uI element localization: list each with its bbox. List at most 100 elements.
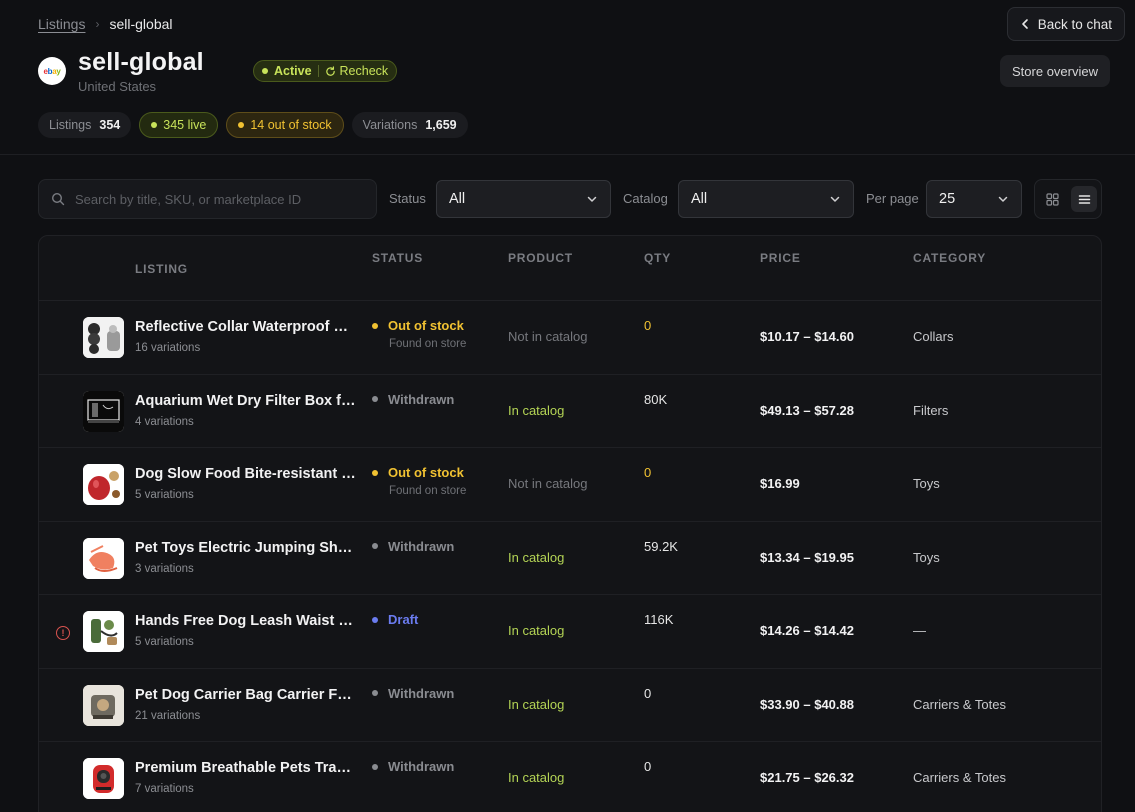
listing-title[interactable]: Dog Slow Food Bite-resistant Toy Ball	[135, 466, 357, 482]
status-dot-icon	[372, 469, 378, 476]
listing-status-note: Found on store	[389, 485, 467, 497]
listing-variations: 7 variations	[135, 783, 194, 795]
status-dot-icon	[372, 322, 378, 329]
per-page-label: Per page	[866, 191, 919, 206]
column-header-category[interactable]: CATEGORY	[913, 251, 986, 265]
list-view-button[interactable]	[1071, 186, 1097, 212]
grid-view-button[interactable]	[1039, 186, 1065, 212]
divider	[317, 65, 319, 77]
listing-thumbnail	[83, 684, 124, 726]
search-icon	[51, 192, 65, 206]
table-row[interactable]: Dog Slow Food Bite-resistant Toy Ball 5 v…	[39, 448, 1101, 522]
listing-qty: 59.2K	[644, 538, 678, 554]
store-name: sell-global	[78, 48, 204, 76]
listing-variations: 4 variations	[135, 415, 194, 428]
status-dot-icon	[262, 68, 268, 74]
listing-status: Draft	[372, 612, 418, 627]
table-row[interactable]: Pet Toys Electric Jumping Shrimp Fish 3 v…	[39, 522, 1101, 595]
breadcrumb-current: sell-global	[109, 16, 173, 32]
listings-table: LISTING STATUS PRODUCT QTY PRICE CATEGOR…	[38, 235, 1102, 812]
listing-product-status: In catalog	[508, 549, 565, 565]
listing-status: Withdrawn	[372, 686, 454, 701]
per-page-select[interactable]: 25	[926, 180, 1022, 218]
column-header-qty[interactable]: QTY	[644, 251, 671, 265]
variations-count-label: Variations	[362, 118, 418, 132]
status-label: Active	[274, 64, 312, 78]
live-count-chip[interactable]: 345 live	[139, 112, 219, 138]
listing-variations: 3 variations	[135, 562, 194, 575]
store-overview-button[interactable]: Store overview	[1000, 55, 1110, 87]
listing-title[interactable]: Pet Toys Electric Jumping Shrimp Fish	[135, 540, 357, 556]
listing-product-status: Not in catalog	[508, 476, 588, 491]
listing-title[interactable]: Aquarium Wet Dry Filter Box for Fish Tan…	[135, 393, 357, 409]
column-header-product[interactable]: PRODUCT	[508, 251, 573, 265]
search-input[interactable]	[75, 191, 365, 207]
column-header-status[interactable]: STATUS	[372, 251, 423, 265]
ebay-logo: ebay	[38, 57, 66, 85]
listing-price: $16.99	[760, 476, 800, 491]
column-header-listing[interactable]: LISTING	[135, 262, 188, 276]
table-row[interactable]: Reflective Collar Waterproof Harness 16 v…	[39, 301, 1101, 375]
listing-thumbnail	[83, 317, 124, 358]
live-dot-icon	[151, 122, 158, 128]
listing-status-label: Out of stock	[388, 465, 464, 480]
listing-thumbnail	[83, 758, 124, 799]
catalog-filter-value: All	[691, 191, 708, 207]
table-body: Reflective Collar Waterproof Harness 16 v…	[39, 301, 1101, 812]
table-row[interactable]: Premium Breathable Pets Travel Backpack 7…	[39, 742, 1101, 812]
chevron-down-icon	[587, 196, 597, 202]
listing-qty: 80K	[644, 391, 668, 407]
warning-icon[interactable]: !	[56, 626, 70, 640]
search-box[interactable]	[38, 179, 377, 219]
status-dot-icon	[372, 690, 378, 696]
listing-status-label: Withdrawn	[388, 685, 455, 701]
listing-status: Out of stock	[372, 318, 464, 333]
listing-category: Filters	[913, 402, 949, 418]
status-dot-icon	[372, 763, 378, 770]
out-of-stock-label: 14 out of stock	[250, 118, 332, 132]
status-filter-value: All	[449, 191, 466, 207]
listing-qty: 0	[644, 685, 652, 701]
recheck-button[interactable]: Recheck	[325, 64, 389, 78]
listing-category: Carriers & Totes	[913, 696, 1006, 712]
listing-title[interactable]: Reflective Collar Waterproof Harness	[135, 319, 357, 335]
table-row[interactable]: ! Hands Free Dog Leash Waist Belt 5 variat…	[39, 595, 1101, 669]
listing-variations: 21 variations	[135, 709, 201, 722]
listing-thumbnail	[83, 537, 124, 579]
catalog-filter-select[interactable]: All	[678, 180, 854, 218]
listing-price: $10.17 – $14.60	[760, 329, 854, 344]
store-country: United States	[78, 79, 157, 94]
listing-status: Withdrawn	[372, 759, 454, 774]
listing-product-status: In catalog	[508, 623, 565, 638]
listing-qty: 0	[644, 318, 652, 333]
listing-price: $33.90 – $40.88	[760, 696, 854, 712]
listing-title[interactable]: Hands Free Dog Leash Waist Belt	[135, 613, 357, 629]
column-header-price[interactable]: PRICE	[760, 251, 801, 265]
breadcrumb-listings-link[interactable]: Listings	[38, 16, 85, 32]
listing-qty: 0	[644, 465, 652, 480]
table-row[interactable]: Aquarium Wet Dry Filter Box for Fish Tan…	[39, 375, 1101, 448]
breadcrumb: Listings › sell-global	[38, 16, 173, 32]
refresh-icon	[325, 65, 335, 76]
recheck-label: Recheck	[339, 64, 389, 78]
table-row[interactable]: Pet Dog Carrier Bag Carrier For Dogs 21 v…	[39, 669, 1101, 742]
status-filter-select[interactable]: All	[436, 180, 611, 218]
stats-bar: Listings 354 345 live 14 out of stock Va…	[38, 112, 468, 138]
listing-category: Carriers & Totes	[913, 770, 1006, 785]
listing-variations: 5 variations	[135, 636, 194, 648]
listing-title[interactable]: Premium Breathable Pets Travel Backpack	[135, 760, 357, 776]
listings-count-label: Listings	[49, 118, 92, 132]
status-dot-icon	[372, 616, 378, 623]
chevron-down-icon	[998, 196, 1008, 202]
variations-count-chip: Variations 1,659	[351, 112, 468, 138]
variations-count-value: 1,659	[425, 118, 457, 132]
back-to-chat-button[interactable]: Back to chat	[1006, 7, 1125, 41]
out-of-stock-chip[interactable]: 14 out of stock	[226, 112, 344, 138]
status-filter-label: Status	[389, 191, 426, 206]
listing-title[interactable]: Pet Dog Carrier Bag Carrier For Dogs	[135, 687, 357, 703]
listing-price: $13.34 – $19.95	[760, 549, 854, 565]
status-dot-icon	[372, 396, 378, 402]
listing-category: Toys	[913, 476, 940, 491]
listing-status-note: Found on store	[389, 338, 467, 350]
catalog-filter-label: Catalog	[623, 191, 668, 206]
